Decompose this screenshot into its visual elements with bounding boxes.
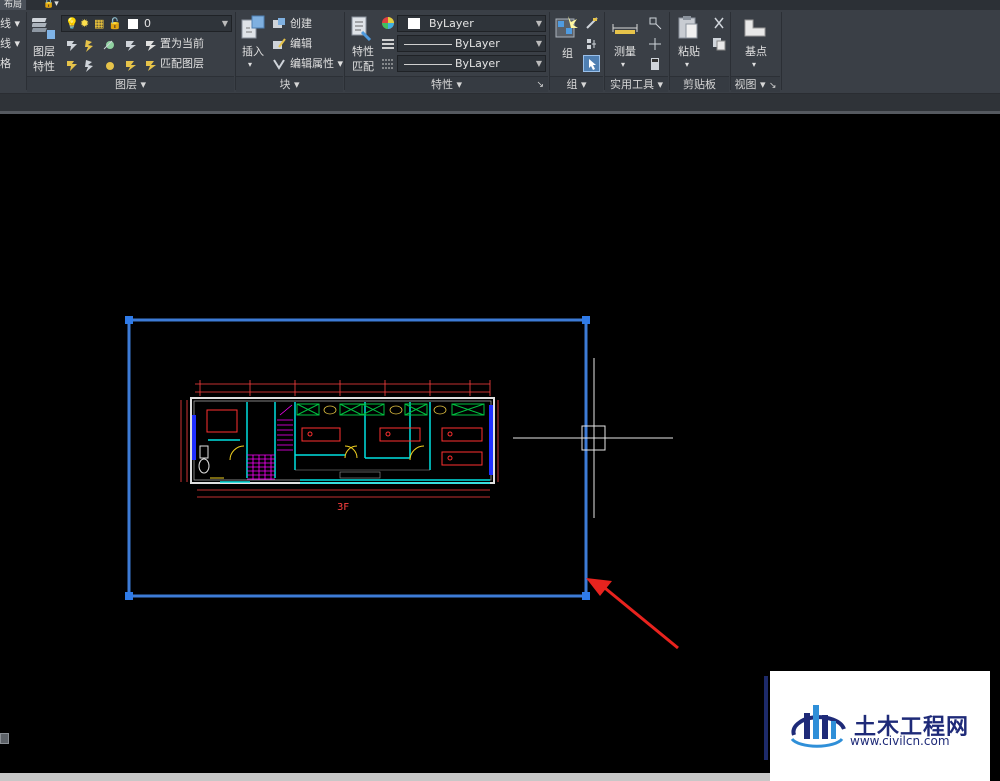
watermark-edge [764, 676, 768, 760]
watermark: 土木工程网 www.civilcn.com [770, 671, 990, 781]
annotation-arrow [586, 578, 679, 650]
grip-top-left [125, 316, 133, 324]
civilcn-logo [790, 705, 846, 748]
grip-bottom-left [125, 592, 133, 600]
grip-top-right [582, 316, 590, 324]
drawing-overlay: 3F [125, 316, 679, 650]
grip-bottom-right [582, 592, 590, 600]
crosshair-cursor [513, 358, 673, 518]
ucs-icon [0, 733, 9, 744]
floor-label: 3F [337, 502, 349, 513]
watermark-url: www.civilcn.com [850, 734, 950, 748]
floor-plan [180, 380, 499, 498]
status-strip [0, 773, 770, 781]
